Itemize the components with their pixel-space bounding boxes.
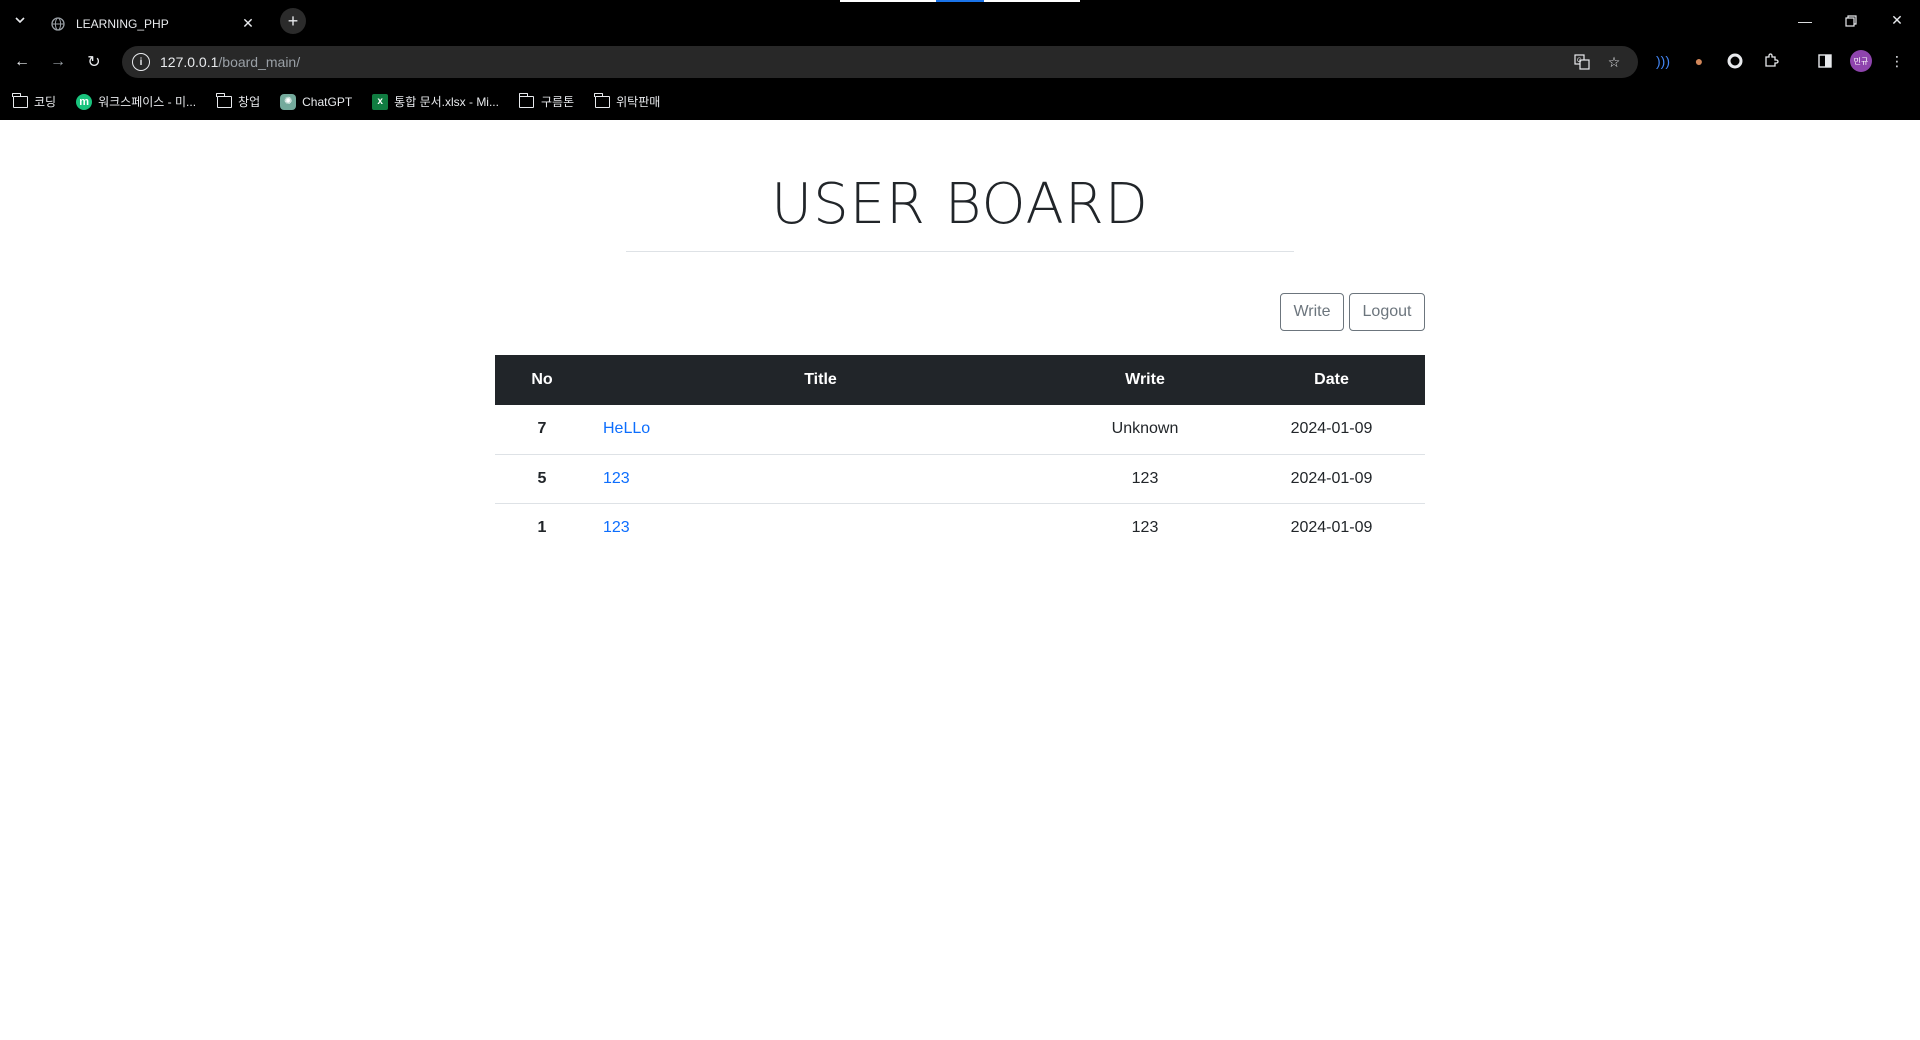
m-icon: m xyxy=(76,93,93,110)
cell-title: 123 xyxy=(589,454,1052,504)
cell-writer: 123 xyxy=(1052,454,1238,504)
excel-icon: x xyxy=(372,93,389,110)
cookie-icon[interactable]: ● xyxy=(1687,49,1711,73)
post-title-link[interactable]: 123 xyxy=(603,470,630,487)
header-write: Write xyxy=(1125,371,1165,388)
bookmark-excel[interactable]: x 통합 문서.xlsx - Mi... xyxy=(372,93,499,110)
table-row: 1 123 123 2024-01-09 xyxy=(495,503,1425,552)
page-content: USER BOARD Write Logout No Title Write D… xyxy=(0,120,1920,1040)
translate-icon[interactable]: G xyxy=(1569,49,1595,75)
cell-date: 2024-01-09 xyxy=(1238,454,1425,504)
url-host: 127.0.0.1 xyxy=(160,54,219,70)
bookmark-label: 구름톤 xyxy=(540,95,575,109)
bookmark-label: 워크스페이스 - 미... xyxy=(98,95,197,109)
svg-text:G: G xyxy=(1577,58,1582,64)
url-path: /board_main/ xyxy=(218,54,301,70)
table-row: 5 123 123 2024-01-09 xyxy=(495,454,1425,504)
browser-tab[interactable]: LEARNING_PHP ✕ xyxy=(40,6,268,41)
header-date: Date xyxy=(1314,371,1349,388)
new-tab-button[interactable]: + xyxy=(280,8,306,34)
bookmark-label: 위탁판매 xyxy=(616,95,661,109)
site-info-icon[interactable]: i xyxy=(132,53,150,71)
cell-no: 7 xyxy=(495,405,589,455)
bookmark-folder-startup[interactable]: 창업 xyxy=(216,92,261,110)
bookmark-workspace[interactable]: m 워크스페이스 - 미... xyxy=(76,93,196,110)
window-drag-indicator xyxy=(840,0,1080,2)
title-divider xyxy=(626,251,1294,252)
cell-no: 5 xyxy=(495,454,589,504)
puzzle-extensions-icon[interactable] xyxy=(1759,49,1783,73)
kebab-menu-icon[interactable]: ⋮ xyxy=(1885,49,1909,73)
cell-date: 2024-01-09 xyxy=(1238,405,1425,455)
browser-toolbar: ← → ↻ i 127.0.0.1/board_main/ G ☆ xyxy=(0,41,1920,83)
folder-icon xyxy=(12,92,28,110)
page-title: USER BOARD xyxy=(771,172,1149,237)
tab-title: LEARNING_PHP xyxy=(76,16,169,31)
header-no: No xyxy=(531,371,553,388)
cell-writer: Unknown xyxy=(1052,405,1238,455)
cell-date: 2024-01-09 xyxy=(1290,518,1373,536)
folder-icon xyxy=(216,92,232,110)
table-row: 7 HeLLo Unknown 2024-01-09 xyxy=(495,405,1425,455)
header-title: Title xyxy=(804,371,837,388)
bookmark-label: 창업 xyxy=(238,95,261,109)
browser-titlebar: LEARNING_PHP ✕ + — ✕ xyxy=(0,0,1920,41)
bookmark-label: 코딩 xyxy=(34,95,57,109)
bookmark-label: ChatGPT xyxy=(302,94,353,109)
profile-avatar[interactable]: 민규 xyxy=(1849,49,1873,73)
write-button[interactable]: Write xyxy=(1280,293,1344,331)
bookmark-label: 통합 문서.xlsx - Mi... xyxy=(394,95,499,109)
tab-search-chevron-icon[interactable] xyxy=(8,8,32,32)
folder-icon xyxy=(518,92,535,110)
cell-title: 123 xyxy=(589,503,1052,552)
close-tab-icon[interactable]: ✕ xyxy=(238,14,258,34)
minimize-icon[interactable]: — xyxy=(1782,0,1828,41)
board-table: No Title Write Date 7 HeLLo Unknown 2024… xyxy=(495,355,1425,552)
bookmark-star-icon[interactable]: ☆ xyxy=(1601,49,1627,75)
restore-icon[interactable] xyxy=(1828,0,1874,41)
forward-arrow-icon[interactable]: → xyxy=(44,48,72,76)
extension-wifi-icon[interactable]: ))) xyxy=(1651,49,1675,73)
cell-title: HeLLo xyxy=(589,405,1052,455)
circle-extension-icon[interactable] xyxy=(1723,49,1747,73)
table-header-row: No Title Write Date xyxy=(495,355,1425,405)
post-title-link[interactable]: 123 xyxy=(603,519,630,536)
globe-icon xyxy=(50,16,66,32)
post-title-link[interactable]: HeLLo xyxy=(603,420,650,437)
cell-writer: 123 xyxy=(1131,518,1159,536)
bookmark-folder-goormthon[interactable]: 구름톤 xyxy=(518,92,575,110)
bookmark-chatgpt[interactable]: ✺ ChatGPT xyxy=(280,93,353,110)
avatar: 민규 xyxy=(1850,50,1872,72)
chatgpt-icon: ✺ xyxy=(280,93,297,110)
bookmark-folder-coding[interactable]: 코딩 xyxy=(12,92,57,110)
close-window-icon[interactable]: ✕ xyxy=(1874,0,1920,41)
side-panel-icon[interactable] xyxy=(1813,49,1837,73)
back-arrow-icon[interactable]: ← xyxy=(8,48,36,76)
cell-no: 1 xyxy=(537,518,547,536)
logout-button[interactable]: Logout xyxy=(1349,293,1425,331)
bookmark-folder-consignment[interactable]: 위탁판매 xyxy=(594,92,661,110)
address-bar[interactable]: i 127.0.0.1/board_main/ xyxy=(122,46,1638,78)
folder-icon xyxy=(594,92,610,110)
reload-icon[interactable]: ↻ xyxy=(80,48,108,76)
bookmarks-bar: 코딩 m 워크스페이스 - 미... 창업 ✺ ChatGPT x 통합 문서.… xyxy=(0,83,1920,120)
